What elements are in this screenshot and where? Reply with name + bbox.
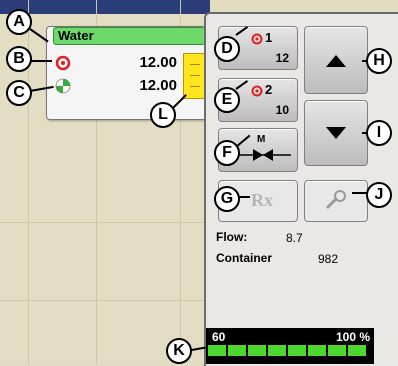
meter-segment	[308, 345, 326, 356]
meter-segment	[268, 345, 286, 356]
meter-segment	[328, 345, 346, 356]
callout-a: A	[6, 9, 32, 35]
meter-segment	[208, 345, 226, 356]
meter-left-label: 60	[212, 330, 226, 344]
callout-d: D	[214, 36, 240, 62]
target-icon	[251, 33, 263, 45]
section-1-value: 12	[275, 51, 289, 65]
callout-k: K	[166, 338, 192, 364]
callout-b: B	[6, 46, 32, 72]
target-icon	[251, 85, 263, 97]
target-rate-row: 12.00	[55, 54, 183, 72]
target-icon	[55, 55, 71, 71]
callout-l: L	[150, 102, 176, 128]
callout-h: H	[366, 48, 392, 74]
meter-segment	[288, 345, 306, 356]
prescription-icon: Rx	[251, 190, 273, 210]
actual-rate-row: 12.00	[55, 77, 183, 95]
map-grid-line	[0, 300, 210, 301]
manual-mode-label: M	[257, 134, 266, 145]
settings-button[interactable]	[304, 180, 368, 222]
callout-g: G	[214, 186, 240, 212]
actual-rate-value: 12.00	[139, 77, 177, 94]
callout-f: F	[214, 140, 240, 166]
indicator-tick	[190, 64, 200, 65]
indicator-tick	[190, 86, 200, 87]
rate-up-button[interactable]	[304, 26, 368, 94]
manual-valve-icon	[235, 149, 291, 161]
product-rate-card[interactable]: Water 12.00 12.00	[46, 26, 208, 120]
callout-j: J	[366, 182, 392, 208]
flow-label: Flow:	[216, 230, 248, 244]
product-name: Water	[53, 27, 205, 45]
meter-right-label: 100 %	[335, 330, 370, 344]
map-grid-line	[0, 222, 210, 223]
callout-line	[30, 60, 52, 62]
wrench-icon	[325, 190, 346, 210]
flow-value: 8.7	[286, 231, 303, 245]
meter-segment	[228, 345, 246, 356]
indicator-tick	[190, 75, 200, 76]
rate-down-button[interactable]	[304, 100, 368, 166]
section-1-label: 1	[265, 30, 273, 45]
container-value: 982	[318, 252, 339, 266]
section-2-value: 10	[275, 103, 289, 117]
container-level-meter: 60 100 %	[206, 328, 374, 364]
actual-rate-icon	[55, 78, 71, 94]
top-status-bar	[0, 0, 210, 14]
section-2-label: 2	[265, 82, 273, 97]
callout-i: I	[366, 120, 392, 146]
container-label: Container	[216, 251, 273, 265]
arrow-up-icon	[326, 55, 346, 67]
meter-segment	[248, 345, 266, 356]
callout-c: C	[6, 80, 32, 106]
meter-segment	[348, 345, 366, 356]
arrow-down-icon	[326, 127, 346, 139]
target-rate-value: 12.00	[139, 54, 177, 71]
callout-e: E	[214, 87, 240, 113]
